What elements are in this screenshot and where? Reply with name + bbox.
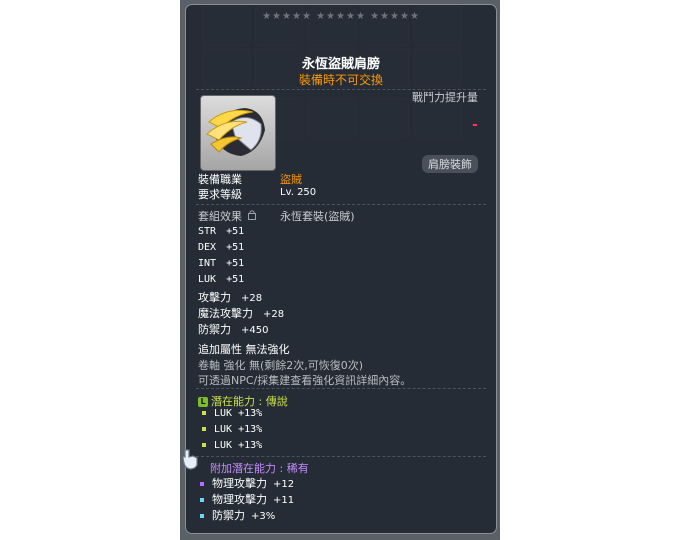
- stat-defense: 防禦力 +450: [198, 323, 269, 336]
- potential-header: L 潛在能力 : 傳說: [198, 393, 288, 409]
- stat-luk: LUK +51: [198, 274, 245, 285]
- lock-icon: [248, 210, 256, 220]
- legendary-badge-icon: L: [198, 397, 208, 407]
- stat-magic-attack: 魔法攻擊力 +28: [198, 307, 285, 320]
- stat-dex: DEX +51: [198, 242, 245, 253]
- bonus-potential-header: 附加潛在能力 : 稀有: [210, 462, 309, 475]
- item-icon-frame: [200, 95, 276, 171]
- level-label: 要求等級: [198, 188, 242, 201]
- job-value: 盜賊: [280, 173, 302, 186]
- divider: [196, 388, 486, 389]
- divider: [196, 204, 486, 205]
- potential-line: LUK +13%: [202, 424, 262, 435]
- set-effect-label: 套組效果: [198, 210, 242, 223]
- potential-line: LUK +13%: [202, 408, 262, 419]
- level-value: Lv. 250: [280, 187, 317, 198]
- bonus-potential-line: 物理攻擊力 +11: [200, 491, 294, 507]
- item-tooltip: ★★★★★ ★★★★★ ★★★★★ 永恆盜賊肩膀 裝備時不可交換 戰鬥力提升量 …: [185, 4, 497, 534]
- potential-line: LUK +13%: [202, 440, 262, 451]
- bonus-potential-line: 防禦力 +3%: [200, 507, 275, 523]
- scroll-upgrade-info: 卷軸 強化 無(剩餘2次,可恢復0次): [198, 359, 364, 372]
- shoulder-armor-icon: [206, 108, 265, 156]
- divider: [196, 456, 486, 457]
- stat-int: INT +51: [198, 258, 245, 269]
- star-force-row: ★★★★★ ★★★★★ ★★★★★: [262, 11, 420, 22]
- job-label: 裝備職業: [198, 173, 242, 186]
- item-category-badge: 肩膀裝飾: [422, 155, 478, 173]
- bonus-potential-line: 物理攻擊力 +12: [200, 475, 294, 491]
- set-effect-value: 永恆套裝(盜賊): [280, 210, 355, 223]
- npc-note: 可透過NPC/採集建查看強化資訊詳細內容。: [198, 374, 412, 387]
- stat-attack: 攻擊力 +28: [198, 291, 263, 304]
- cursor-hand-icon: [182, 449, 198, 470]
- combat-power-label: 戰鬥力提升量: [412, 91, 478, 104]
- trade-restriction: 裝備時不可交換: [298, 73, 383, 87]
- item-name: 永恆盜賊肩膀: [301, 57, 380, 72]
- stat-str: STR +51: [198, 226, 245, 237]
- combat-power-value: -: [472, 117, 478, 133]
- extra-attribute: 追加屬性 無法強化: [198, 343, 290, 356]
